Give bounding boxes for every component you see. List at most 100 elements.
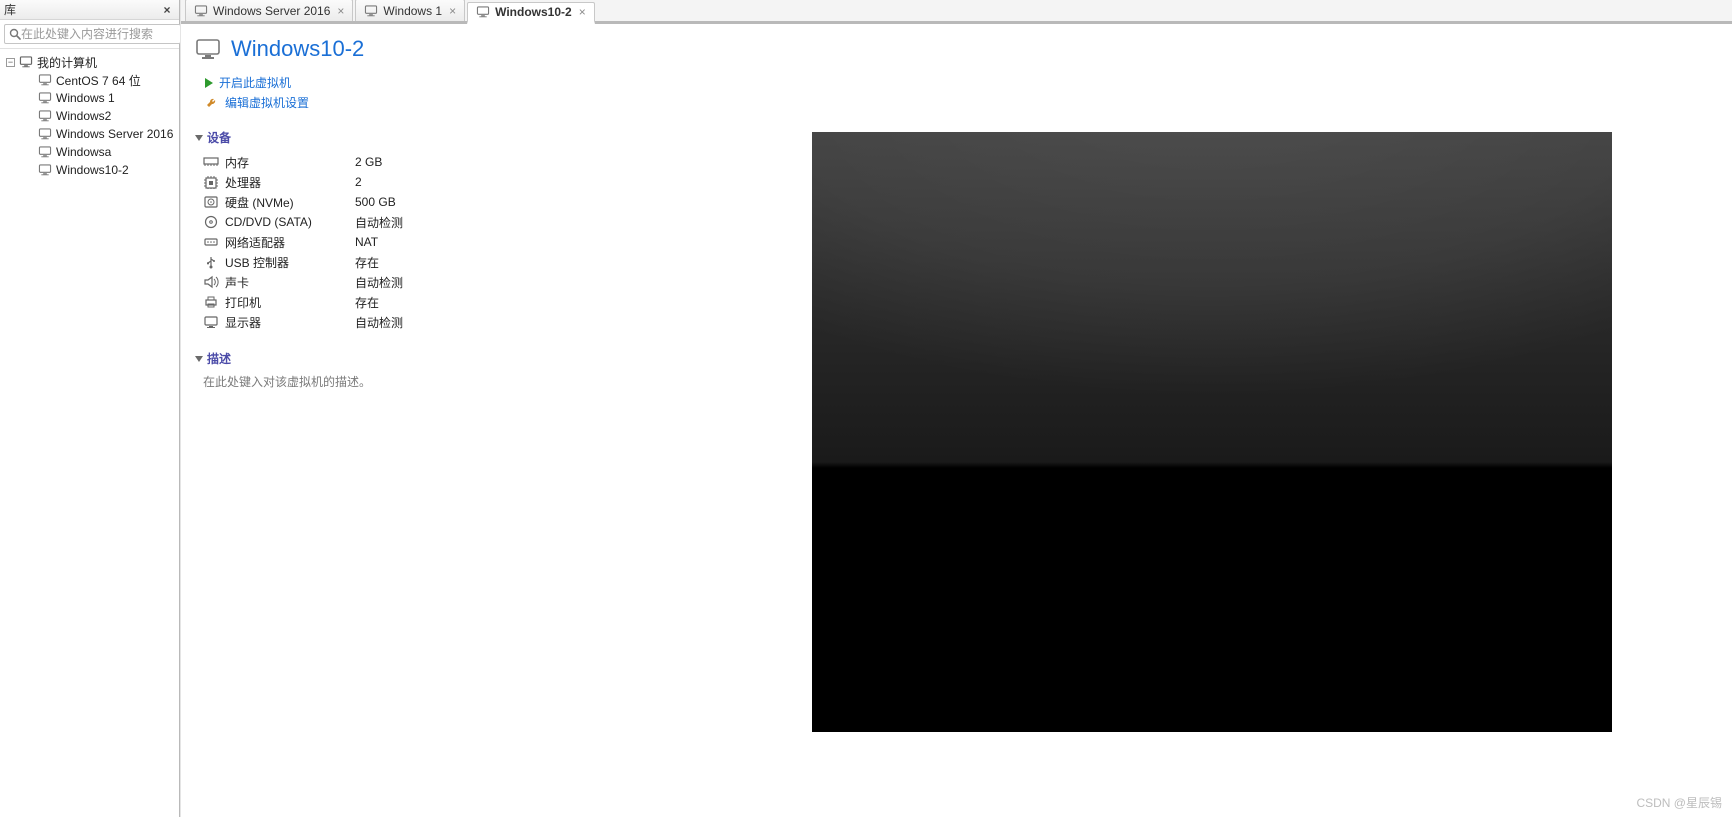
vm-icon [364, 5, 378, 17]
vm-details-panel: Windows10-2 开启此虚拟机 编辑虚拟机设置 设备 内存2 GB处理器2… [181, 24, 691, 817]
device-label: USB 控制器 [225, 254, 355, 271]
tree-item-label: Windows2 [56, 109, 111, 123]
library-tree: − 我的计算机 CentOS 7 64 位 Windows 1 Windows2 Wi… [0, 49, 179, 817]
watermark: CSDN @星辰锡 [1636, 794, 1722, 811]
description-section: 描述 在此处键入对该虚拟机的描述。 [195, 350, 677, 390]
device-value: 存在 [355, 294, 379, 311]
tree-item-label: Windows10-2 [56, 163, 129, 177]
vm-preview-screen[interactable] [812, 132, 1612, 732]
devices-section: 设备 内存2 GB处理器2硬盘 (NVMe)500 GBCD/DVD (SATA… [195, 129, 677, 332]
search-icon [9, 28, 21, 40]
usb-icon [203, 255, 219, 269]
device-row[interactable]: 硬盘 (NVMe)500 GB [203, 192, 677, 212]
device-label: 显示器 [225, 314, 355, 331]
search-box[interactable] [4, 24, 181, 44]
device-value: 存在 [355, 254, 379, 271]
device-value: 2 [355, 175, 362, 189]
printer-icon [203, 295, 219, 309]
tree-item[interactable]: Windows2 [0, 107, 179, 125]
sidebar-title: 库 [4, 1, 16, 18]
tree-item[interactable]: Windowsa [0, 143, 179, 161]
tab-label: Windows10-2 [495, 5, 572, 19]
vm-icon [38, 146, 52, 158]
power-on-label: 开启此虚拟机 [219, 74, 291, 91]
vm-tab[interactable]: Windows10-2 × [467, 2, 595, 24]
edit-settings-label: 编辑虚拟机设置 [225, 94, 309, 111]
search-input[interactable] [21, 27, 176, 41]
section-caret-icon [195, 135, 203, 141]
play-icon [205, 78, 213, 88]
tree-root[interactable]: − 我的计算机 [0, 53, 179, 71]
vm-icon [476, 6, 490, 18]
vm-icon [38, 74, 52, 86]
device-label: 网络适配器 [225, 234, 355, 251]
section-caret-icon [195, 356, 203, 362]
tree-item[interactable]: Windows Server 2016 [0, 125, 179, 143]
net-icon [203, 235, 219, 249]
tree-item-label: CentOS 7 64 位 [56, 72, 141, 89]
tab-close-button[interactable]: × [449, 4, 456, 18]
tree-item[interactable]: CentOS 7 64 位 [0, 71, 179, 89]
device-row[interactable]: 处理器2 [203, 172, 677, 192]
device-row[interactable]: 声卡自动检测 [203, 272, 677, 292]
vm-icon [38, 110, 52, 122]
sidebar-close-button[interactable]: × [159, 2, 175, 18]
preview-shine [812, 132, 1612, 732]
disk-icon [203, 195, 219, 209]
display-icon [203, 315, 219, 329]
cd-icon [203, 215, 219, 229]
content-area: Windows10-2 开启此虚拟机 编辑虚拟机设置 设备 内存2 GB处理器2… [181, 24, 1732, 817]
devices-section-title: 设备 [207, 129, 231, 146]
computer-icon [19, 56, 33, 68]
device-row[interactable]: 网络适配器NAT [203, 232, 677, 252]
device-row[interactable]: 内存2 GB [203, 152, 677, 172]
device-value: 2 GB [355, 155, 382, 169]
devices-section-header[interactable]: 设备 [195, 129, 677, 146]
power-on-vm-link[interactable]: 开启此虚拟机 [205, 74, 677, 91]
tab-label: Windows Server 2016 [213, 4, 330, 18]
device-label: 内存 [225, 154, 355, 171]
edit-vm-settings-link[interactable]: 编辑虚拟机设置 [205, 94, 677, 111]
tree-item[interactable]: Windows 1 [0, 89, 179, 107]
device-value: 自动检测 [355, 274, 403, 291]
description-section-title: 描述 [207, 350, 231, 367]
device-row[interactable]: 打印机存在 [203, 292, 677, 312]
sound-icon [203, 275, 219, 289]
vm-preview-pane [691, 24, 1732, 817]
memory-icon [203, 155, 219, 169]
device-label: 声卡 [225, 274, 355, 291]
description-section-header[interactable]: 描述 [195, 350, 677, 367]
tree-item[interactable]: Windows10-2 [0, 161, 179, 179]
vm-tab[interactable]: Windows 1× [355, 0, 465, 21]
vm-icon [38, 164, 52, 176]
description-placeholder[interactable]: 在此处键入对该虚拟机的描述。 [203, 373, 677, 390]
tab-close-button[interactable]: × [337, 4, 344, 18]
vm-title-icon [195, 38, 221, 60]
vm-title-row: Windows10-2 [195, 36, 677, 62]
tree-root-label: 我的计算机 [37, 54, 97, 71]
library-sidebar: 库 × − 我的计算机 CentOS 7 64 位 Windows 1 Window… [0, 0, 180, 817]
device-row[interactable]: USB 控制器存在 [203, 252, 677, 272]
wrench-icon [205, 96, 219, 110]
vm-icon [38, 92, 52, 104]
device-row[interactable]: CD/DVD (SATA)自动检测 [203, 212, 677, 232]
device-label: CD/DVD (SATA) [225, 215, 355, 229]
vm-icon [38, 128, 52, 140]
tree-item-label: Windows Server 2016 [56, 127, 173, 141]
device-label: 硬盘 (NVMe) [225, 194, 355, 211]
vm-title: Windows10-2 [231, 36, 364, 62]
tree-item-label: Windows 1 [56, 91, 115, 105]
device-table: 内存2 GB处理器2硬盘 (NVMe)500 GBCD/DVD (SATA)自动… [203, 152, 677, 332]
vm-tab[interactable]: Windows Server 2016 × [185, 0, 353, 21]
device-label: 处理器 [225, 174, 355, 191]
device-row[interactable]: 显示器自动检测 [203, 312, 677, 332]
search-row [0, 20, 179, 49]
cpu-icon [203, 175, 219, 189]
tree-expander[interactable]: − [6, 58, 15, 67]
sidebar-header: 库 × [0, 0, 179, 20]
main-area: Windows Server 2016×Windows 1×Windows10-… [180, 0, 1732, 817]
device-value: 500 GB [355, 195, 396, 209]
device-value: 自动检测 [355, 214, 403, 231]
tab-bar: Windows Server 2016×Windows 1×Windows10-… [181, 0, 1732, 24]
tab-close-button[interactable]: × [579, 5, 586, 19]
